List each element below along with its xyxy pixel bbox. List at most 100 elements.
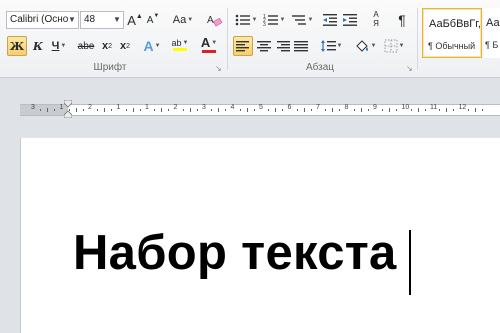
svg-text:3: 3 — [263, 22, 266, 27]
horizontal-ruler[interactable]: 3 1 2 1 1 2 3 4 5 6 7 8 9 10 11 12 — [20, 104, 500, 116]
ruler-tick — [417, 108, 419, 112]
style-normal-tile[interactable]: АаБбВвГг, ¶ Обычный — [422, 8, 482, 58]
grow-font-button[interactable]: A ▲ — [127, 10, 143, 30]
ruler-tick — [75, 108, 77, 112]
bullets-icon — [235, 14, 250, 26]
ruler-tick — [410, 109, 412, 111]
ruler-tick — [104, 108, 106, 112]
ruler-tick — [253, 109, 255, 111]
style-normal-preview: АаБбВвГг, — [429, 18, 481, 30]
subscript-button[interactable]: x2 — [99, 36, 115, 56]
clear-formatting-button[interactable]: A — [205, 10, 223, 30]
document-page[interactable]: Набор текста — [20, 138, 500, 333]
grow-font-icon: A — [127, 12, 136, 28]
ruler-tick — [218, 108, 220, 112]
font-color-button[interactable]: A ▼ — [197, 34, 221, 54]
align-right-button[interactable] — [274, 36, 292, 56]
ruler-number: 2 — [173, 104, 178, 111]
decrease-indent-button[interactable] — [321, 10, 339, 30]
ruler-tick — [282, 109, 284, 111]
style-next-tile[interactable]: Аа ¶ Б — [484, 8, 500, 58]
ruler-tick — [82, 109, 84, 111]
ruler-tick — [97, 109, 99, 111]
ruler-number: 2 — [88, 104, 92, 111]
underline-button[interactable]: Ч ▼ — [49, 36, 69, 56]
ruler-tick — [47, 108, 49, 112]
highlight-button[interactable]: ab ▼ — [168, 34, 192, 54]
ruler-tick — [40, 109, 42, 111]
document-area: Набор текста — [0, 138, 500, 333]
decrease-indent-icon — [323, 14, 337, 26]
font-size-combo[interactable]: 48 ▼ — [80, 11, 124, 29]
ruler-tick — [296, 109, 298, 111]
superscript-button[interactable]: x2 — [117, 36, 133, 56]
shading-button[interactable]: ▼ — [352, 36, 378, 56]
indent-marker-icon[interactable] — [64, 100, 72, 118]
ruler-number: 7 — [316, 104, 320, 111]
group-separator — [227, 8, 228, 70]
strikethrough-button[interactable]: abe — [76, 36, 96, 56]
highlight-icon: ab — [171, 37, 182, 48]
italic-button[interactable]: К — [30, 36, 46, 56]
ruler-tick — [132, 108, 134, 112]
font-size-value: 48 — [84, 14, 96, 25]
group-separator — [417, 8, 418, 70]
align-center-button[interactable] — [255, 36, 273, 56]
borders-button[interactable]: ▼ — [381, 36, 407, 56]
sort-button[interactable]: A Я — [367, 9, 385, 29]
ruler-tick — [353, 109, 355, 111]
ruler-tick — [168, 109, 170, 111]
show-marks-button[interactable]: ¶ — [393, 10, 411, 30]
font-color-icon: A — [200, 35, 211, 50]
increase-indent-button[interactable] — [341, 10, 359, 30]
ruler-number: 11 — [430, 104, 438, 111]
chevron-down-icon[interactable]: ▼ — [67, 12, 77, 28]
paragraph-dialog-launcher-icon[interactable]: ↘ — [406, 64, 413, 73]
ruler-tick — [303, 108, 305, 112]
font-name-value: Calibri (Осно — [10, 14, 69, 25]
document-text[interactable]: Набор текста — [73, 225, 397, 281]
ruler-tick — [310, 109, 312, 111]
ruler-tick — [424, 109, 426, 111]
ruler-tick — [439, 109, 441, 111]
line-spacing-button[interactable]: ▼ — [318, 36, 344, 56]
ruler-number: 5 — [259, 104, 263, 111]
borders-icon — [384, 39, 398, 53]
ruler-number: 10 — [401, 104, 410, 111]
bullets-button[interactable]: ▼ — [233, 10, 259, 30]
ruler-tick — [467, 109, 469, 111]
chevron-down-icon[interactable]: ▼ — [112, 12, 122, 28]
ruler-tick — [246, 108, 248, 112]
pilcrow-icon: ¶ — [398, 12, 406, 28]
ruler-tick — [161, 108, 163, 112]
shrink-font-button[interactable]: A ▼ — [145, 10, 161, 30]
justify-icon — [294, 41, 308, 52]
ruler-tick — [189, 108, 191, 112]
font-dialog-launcher-icon[interactable]: ↘ — [215, 64, 222, 73]
style-next-preview: Аа — [486, 17, 500, 29]
ruler-number: 3 — [31, 104, 35, 111]
ruler-tick — [125, 109, 127, 111]
ruler-tick — [111, 109, 113, 111]
ruler-area: 3 1 2 1 1 2 3 4 5 6 7 8 9 10 11 12 — [0, 78, 500, 138]
numbering-button[interactable]: 1 2 3 ▼ — [261, 10, 287, 30]
text-effects-button[interactable]: A ▼ — [141, 36, 163, 56]
ruler-tick — [332, 108, 334, 112]
align-center-icon — [257, 41, 271, 52]
ruler-number: 8 — [344, 104, 349, 111]
ruler-tick — [360, 108, 362, 112]
ruler-number: 12 — [458, 104, 467, 111]
align-left-button[interactable] — [233, 36, 253, 56]
ruler-number: 1 — [145, 104, 149, 111]
paint-bucket-icon — [355, 40, 368, 52]
ruler-number: 3 — [202, 104, 206, 111]
sort-icon-b: Я — [373, 19, 379, 28]
bold-button[interactable]: Ж — [7, 36, 27, 56]
change-case-button[interactable]: Aa ▼ — [171, 10, 195, 30]
ruler-tick — [382, 109, 384, 111]
justify-button[interactable] — [292, 36, 310, 56]
multilevel-list-button[interactable]: ▼ — [289, 10, 315, 30]
font-group-label: Шрифт — [93, 62, 127, 73]
font-name-combo[interactable]: Calibri (Осно ▼ — [6, 11, 79, 29]
subscript-mark: 2 — [108, 42, 113, 50]
